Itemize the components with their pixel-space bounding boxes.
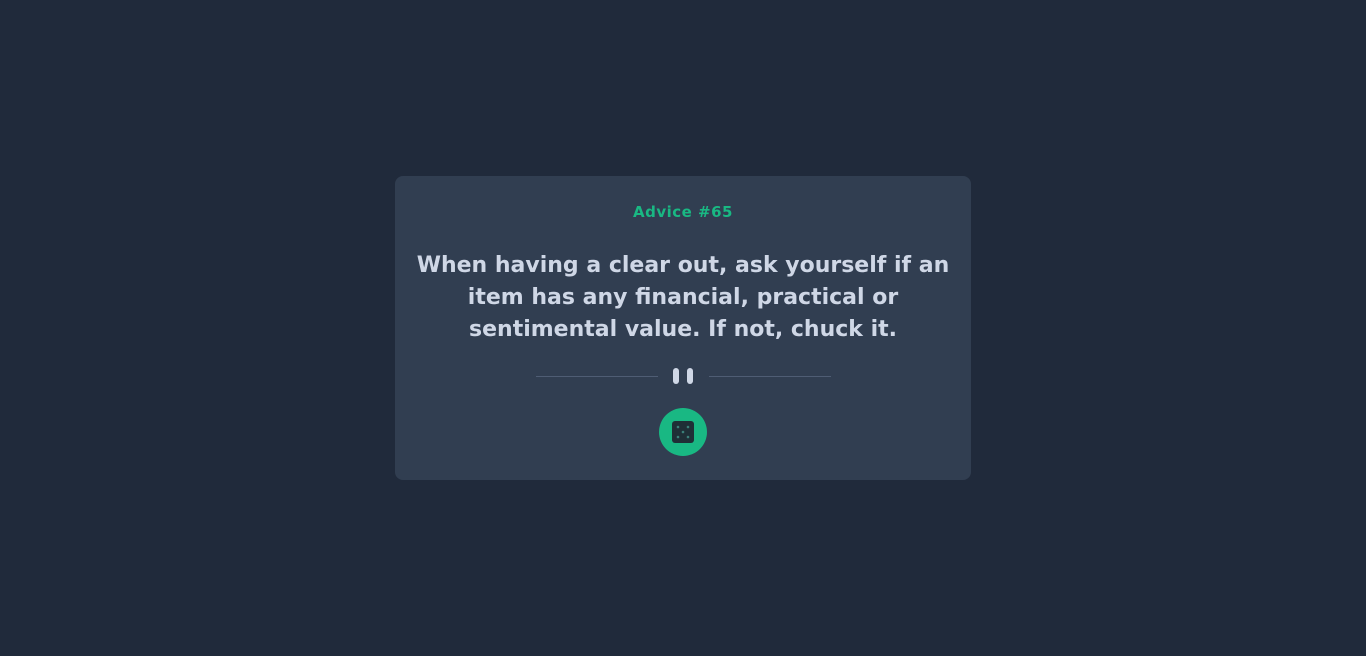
dice-button[interactable] <box>659 408 707 456</box>
dice-icon <box>672 421 694 443</box>
pause-icon <box>673 368 695 384</box>
advice-id: Advice #65 <box>633 203 733 221</box>
divider-line-left <box>536 376 658 377</box>
divider-line-right <box>709 376 831 377</box>
divider <box>536 366 831 386</box>
advice-text: When having a clear out, ask yourself if… <box>416 253 950 342</box>
advice-card: Advice #65 When having a clear out, ask … <box>395 176 971 480</box>
